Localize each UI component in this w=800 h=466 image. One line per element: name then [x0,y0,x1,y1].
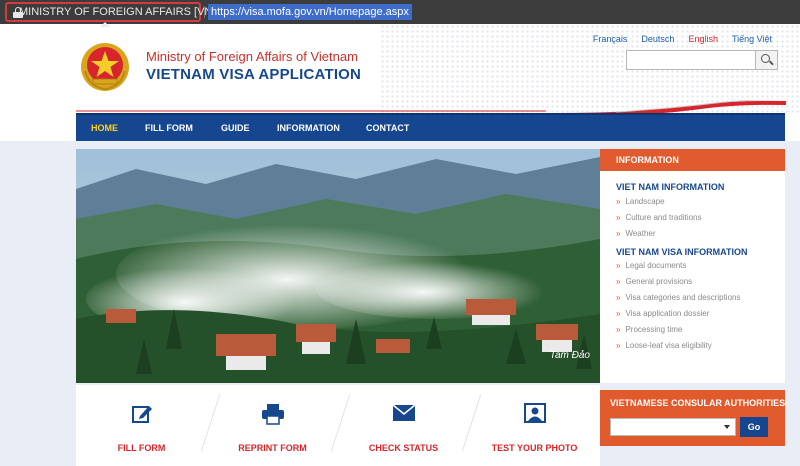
consular-select[interactable] [610,418,736,436]
info-link-landscape[interactable]: » Landscape [600,197,785,206]
nav-home[interactable]: HOME [91,115,118,141]
hero-image: Tam Đảo [76,149,600,383]
url-field[interactable]: https://visa.mofa.gov.vn/Homepage.aspx [208,4,412,20]
action-label: FILL FORM [117,443,166,453]
nav-guide[interactable]: GUIDE [221,115,250,141]
national-emblem-icon[interactable] [79,41,131,93]
info-link-culture[interactable]: » Culture and traditions [600,213,785,222]
site-header: Ministry of Foreign Affairs of Vietnam V… [0,24,800,114]
info-link-general-provisions[interactable]: » General provisions [600,277,785,286]
header-swoosh [76,100,786,114]
info-link-weather[interactable]: » Weather [600,229,785,238]
security-label: MINISTRY OF FOREIGN AFFAIRS [VN] [19,6,216,18]
search-input[interactable] [626,50,778,70]
info-link-loose-leaf-visa[interactable]: » Loose-leaf visa eligibility [600,341,785,350]
action-label: TEST YOUR PHOTO [491,443,578,453]
consular-authorities-panel: VIETNAMESE CONSULAR AUTHORITIES Go [600,390,785,446]
visa-information-heading[interactable]: VIET NAM VISA INFORMATION [600,247,785,257]
chevron-down-icon [724,425,730,429]
info-link-application-dossier[interactable]: » Visa application dossier [600,309,785,318]
security-indicator[interactable]: MINISTRY OF FOREIGN AFFAIRS [VN] [5,2,215,22]
ministry-name: Ministry of Foreign Affairs of Vietnam [146,49,358,64]
action-check-status[interactable]: CHECK STATUS [338,385,469,466]
action-fill-form[interactable]: FILL FORM [76,385,207,466]
active-nav-indicator [100,22,110,27]
viet-nam-information-heading[interactable]: VIET NAM INFORMATION [600,182,785,192]
information-panel: INFORMATION VIET NAM INFORMATION » Landsc… [600,149,785,383]
landscape-illustration [76,149,600,383]
information-title: INFORMATION [600,149,785,171]
envelope-icon [392,404,415,421]
action-test-photo[interactable]: TEST YOUR PHOTO [469,385,600,466]
action-label: CHECK STATUS [368,443,439,453]
photo-icon [523,403,546,423]
lang-french[interactable]: Français [593,34,628,44]
app-title: VIETNAM VISA APPLICATION [146,66,362,83]
nav-fill-form[interactable]: FILL FORM [145,115,193,141]
divider [204,6,205,18]
search-icon [761,54,770,63]
hero-caption: Tam Đảo [549,350,590,361]
language-switcher: Français Deutsch English Tiếng Việt [593,34,772,44]
lang-german[interactable]: Deutsch [641,34,674,44]
nav-information[interactable]: INFORMATION [277,115,340,141]
search-button[interactable] [755,51,777,69]
info-link-processing-time[interactable]: » Processing time [600,325,785,334]
go-button[interactable]: Go [740,417,768,437]
action-label: REPRINT FORM [238,443,307,453]
lang-english[interactable]: English [688,34,718,44]
nav-contact[interactable]: CONTACT [366,115,409,141]
printer-icon [261,404,284,425]
info-link-legal-documents[interactable]: » Legal documents [600,261,785,270]
edit-form-icon [131,406,152,423]
browser-address-bar: MINISTRY OF FOREIGN AFFAIRS [VN] https:/… [0,0,800,24]
main-nav: HOME FILL FORM GUIDE INFORMATION CONTACT [76,113,785,141]
info-link-visa-categories[interactable]: » Visa categories and descriptions [600,293,785,302]
consular-title: VIETNAMESE CONSULAR AUTHORITIES [610,398,786,408]
lang-vietnamese[interactable]: Tiếng Việt [732,34,772,44]
quick-actions: FILL FORM REPRINT FORM CHECK STATUS TEST… [76,385,600,466]
action-reprint-form[interactable]: REPRINT FORM [207,385,338,466]
